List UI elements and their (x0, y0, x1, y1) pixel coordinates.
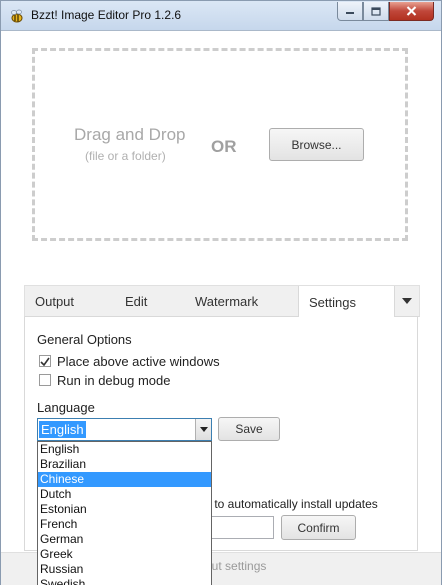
language-option-estonian[interactable]: Estonian (38, 502, 211, 517)
language-option-greek[interactable]: Greek (38, 547, 211, 562)
close-icon (406, 6, 417, 16)
language-option-english[interactable]: English (38, 442, 211, 457)
language-title: Language (37, 400, 95, 415)
language-option-german[interactable]: German (38, 532, 211, 547)
tab-output[interactable]: Output (35, 286, 74, 317)
close-button[interactable] (389, 2, 434, 21)
save-language-button[interactable]: Save (218, 417, 280, 441)
language-option-swedish[interactable]: Swedish (38, 577, 211, 585)
app-window: Bzzt! Image Editor Pro 1.2.6 Drag and Dr… (0, 0, 442, 585)
language-option-french[interactable]: French (38, 517, 211, 532)
general-options-title: General Options (37, 332, 132, 347)
tab-overflow-button[interactable] (396, 292, 418, 310)
confirm-button[interactable]: Confirm (281, 515, 356, 540)
language-dropdown-list[interactable]: English Brazilian Chinese Dutch Estonian… (37, 441, 212, 585)
tab-watermark-label: Watermark (195, 294, 259, 309)
tab-settings-label: Settings (309, 294, 356, 310)
tab-watermark[interactable]: Watermark (195, 286, 258, 317)
place-above-label: Place above active windows (57, 354, 220, 369)
title-bar[interactable]: Bzzt! Image Editor Pro 1.2.6 (1, 1, 441, 31)
tab-edit[interactable]: Edit (125, 286, 147, 317)
tab-output-label: Output (35, 294, 75, 309)
tab-settings[interactable]: Settings (298, 286, 395, 318)
update-description: s to automatically install updates (205, 497, 378, 511)
minimize-icon (346, 12, 354, 14)
language-option-dutch[interactable]: Dutch (38, 487, 211, 502)
chevron-down-icon (402, 298, 412, 304)
debug-mode-checkbox[interactable] (39, 374, 51, 386)
drop-zone-subtitle: (file or a folder) (85, 149, 166, 163)
language-select-value: English (39, 421, 86, 438)
window-title: Bzzt! Image Editor Pro 1.2.6 (31, 8, 182, 22)
or-label: OR (211, 137, 237, 156)
checkmark-icon (40, 357, 50, 366)
language-dropdown-button[interactable] (195, 419, 211, 440)
browse-button[interactable]: Browse... (269, 128, 364, 161)
maximize-icon (371, 6, 381, 16)
update-key-input[interactable] (205, 516, 274, 539)
place-above-checkbox[interactable] (39, 355, 51, 367)
maximize-button[interactable] (363, 2, 389, 21)
tab-bar: Output Edit Watermark Settings (24, 285, 420, 318)
about-settings-link[interactable]: out settings (205, 559, 266, 573)
bee-icon (11, 9, 23, 23)
language-option-chinese[interactable]: Chinese (38, 472, 211, 487)
language-option-russian[interactable]: Russian (38, 562, 211, 577)
language-option-brazilian[interactable]: Brazilian (38, 457, 211, 472)
language-select[interactable]: English (37, 418, 212, 441)
tab-edit-label: Edit (125, 294, 148, 309)
chevron-down-icon (199, 427, 208, 432)
drop-zone-title: Drag and Drop (74, 125, 186, 144)
minimize-button[interactable] (337, 2, 363, 21)
debug-mode-label: Run in debug mode (57, 373, 171, 388)
